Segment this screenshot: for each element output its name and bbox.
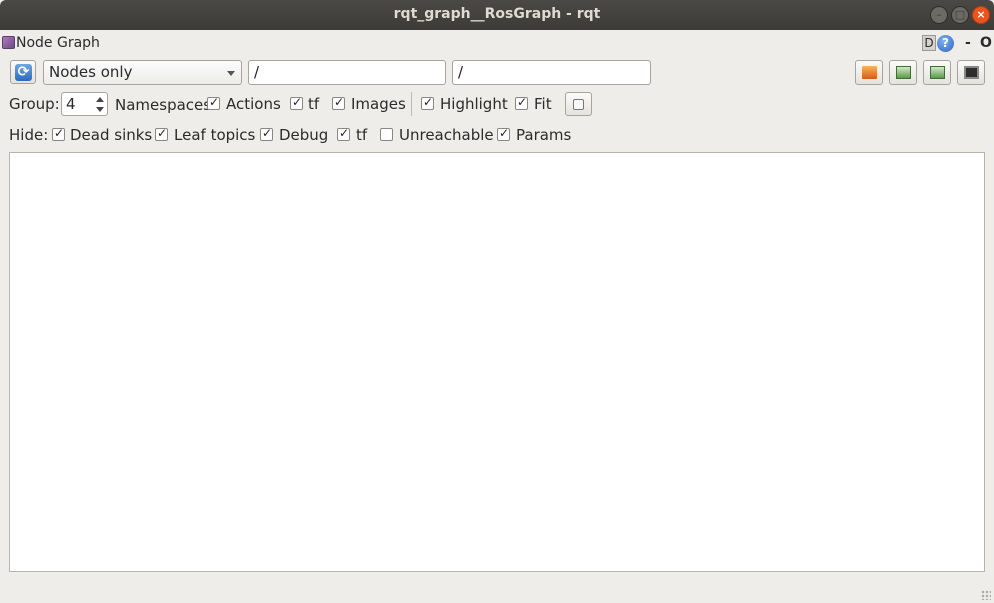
window-titlebar[interactable]: rqt_graph__RosGraph - rqt – □ × (0, 0, 994, 30)
window-title: rqt_graph__RosGraph - rqt (393, 6, 601, 22)
leaf-topics-label: Leaf topics (174, 126, 256, 144)
fit-label: Fit (534, 95, 552, 113)
save-image-button[interactable] (957, 60, 985, 85)
tf-checkbox[interactable] (290, 95, 303, 110)
namespaces-label: Namespaces (115, 96, 212, 114)
dead-sinks-checkbox[interactable] (52, 126, 65, 141)
save-icon (896, 66, 911, 79)
dock-close-button[interactable]: O (980, 35, 992, 51)
group-spinbox[interactable]: 4 (61, 92, 108, 116)
refresh-graph-button[interactable]: ⟳ (10, 60, 36, 84)
chevron-down-icon (227, 71, 235, 76)
save-svg-button[interactable] (923, 60, 951, 85)
resize-grip[interactable] (981, 590, 991, 600)
unreachable-checkbox[interactable] (380, 128, 393, 141)
window-minimize-button[interactable]: – (930, 6, 948, 24)
params-checkbox[interactable] (497, 126, 510, 141)
dock-widget-button[interactable]: D (922, 35, 936, 51)
actions-label: Actions (226, 95, 281, 113)
folder-open-icon (862, 66, 877, 79)
graph-mode-value: Nodes only (49, 63, 133, 81)
graph-canvas[interactable] (9, 152, 985, 572)
hide-tf-checkbox[interactable] (337, 126, 350, 141)
window-maximize-button[interactable]: □ (951, 6, 969, 24)
dock-minimize-button[interactable]: - (965, 35, 971, 51)
leaf-topics-checkbox[interactable] (155, 126, 168, 141)
images-checkbox[interactable] (332, 95, 345, 110)
group-label: Group: (9, 95, 60, 113)
save-as-icon (930, 66, 945, 79)
fit-in-view-button[interactable] (565, 92, 592, 116)
images-label: Images (351, 95, 406, 113)
highlight-label: Highlight (440, 95, 508, 113)
params-label: Params (516, 126, 572, 144)
plugin-title: Node Graph (16, 35, 100, 51)
options-divider (411, 92, 412, 116)
load-dot-button[interactable] (855, 60, 883, 85)
spin-down-icon[interactable] (96, 107, 104, 112)
window-close-button[interactable]: × (972, 6, 990, 24)
spin-up-icon[interactable] (96, 97, 104, 102)
debug-checkbox[interactable] (260, 126, 273, 141)
tf-label: tf (308, 95, 320, 113)
node-graph-plugin-icon (2, 36, 15, 49)
debug-label: Debug (279, 126, 329, 144)
fit-icon (573, 99, 584, 110)
save-dot-button[interactable] (889, 60, 917, 85)
refresh-icon: ⟳ (15, 64, 32, 81)
hide-tf-label: tf (356, 126, 368, 144)
help-icon[interactable]: ? (937, 35, 954, 52)
plugin-header: Node Graph D ? - O (0, 32, 994, 54)
highlight-checkbox[interactable] (421, 95, 434, 110)
image-icon (964, 66, 979, 79)
graph-mode-select[interactable]: Nodes only (43, 60, 242, 85)
fit-checkbox[interactable] (515, 95, 528, 110)
dead-sinks-label: Dead sinks (70, 126, 153, 144)
actions-checkbox[interactable] (207, 95, 220, 110)
hide-label: Hide: (9, 126, 49, 144)
group-value: 4 (66, 95, 76, 113)
namespace-filter-input[interactable]: / (248, 60, 446, 85)
unreachable-label: Unreachable (399, 126, 494, 144)
topic-filter-input[interactable]: / (452, 60, 651, 85)
